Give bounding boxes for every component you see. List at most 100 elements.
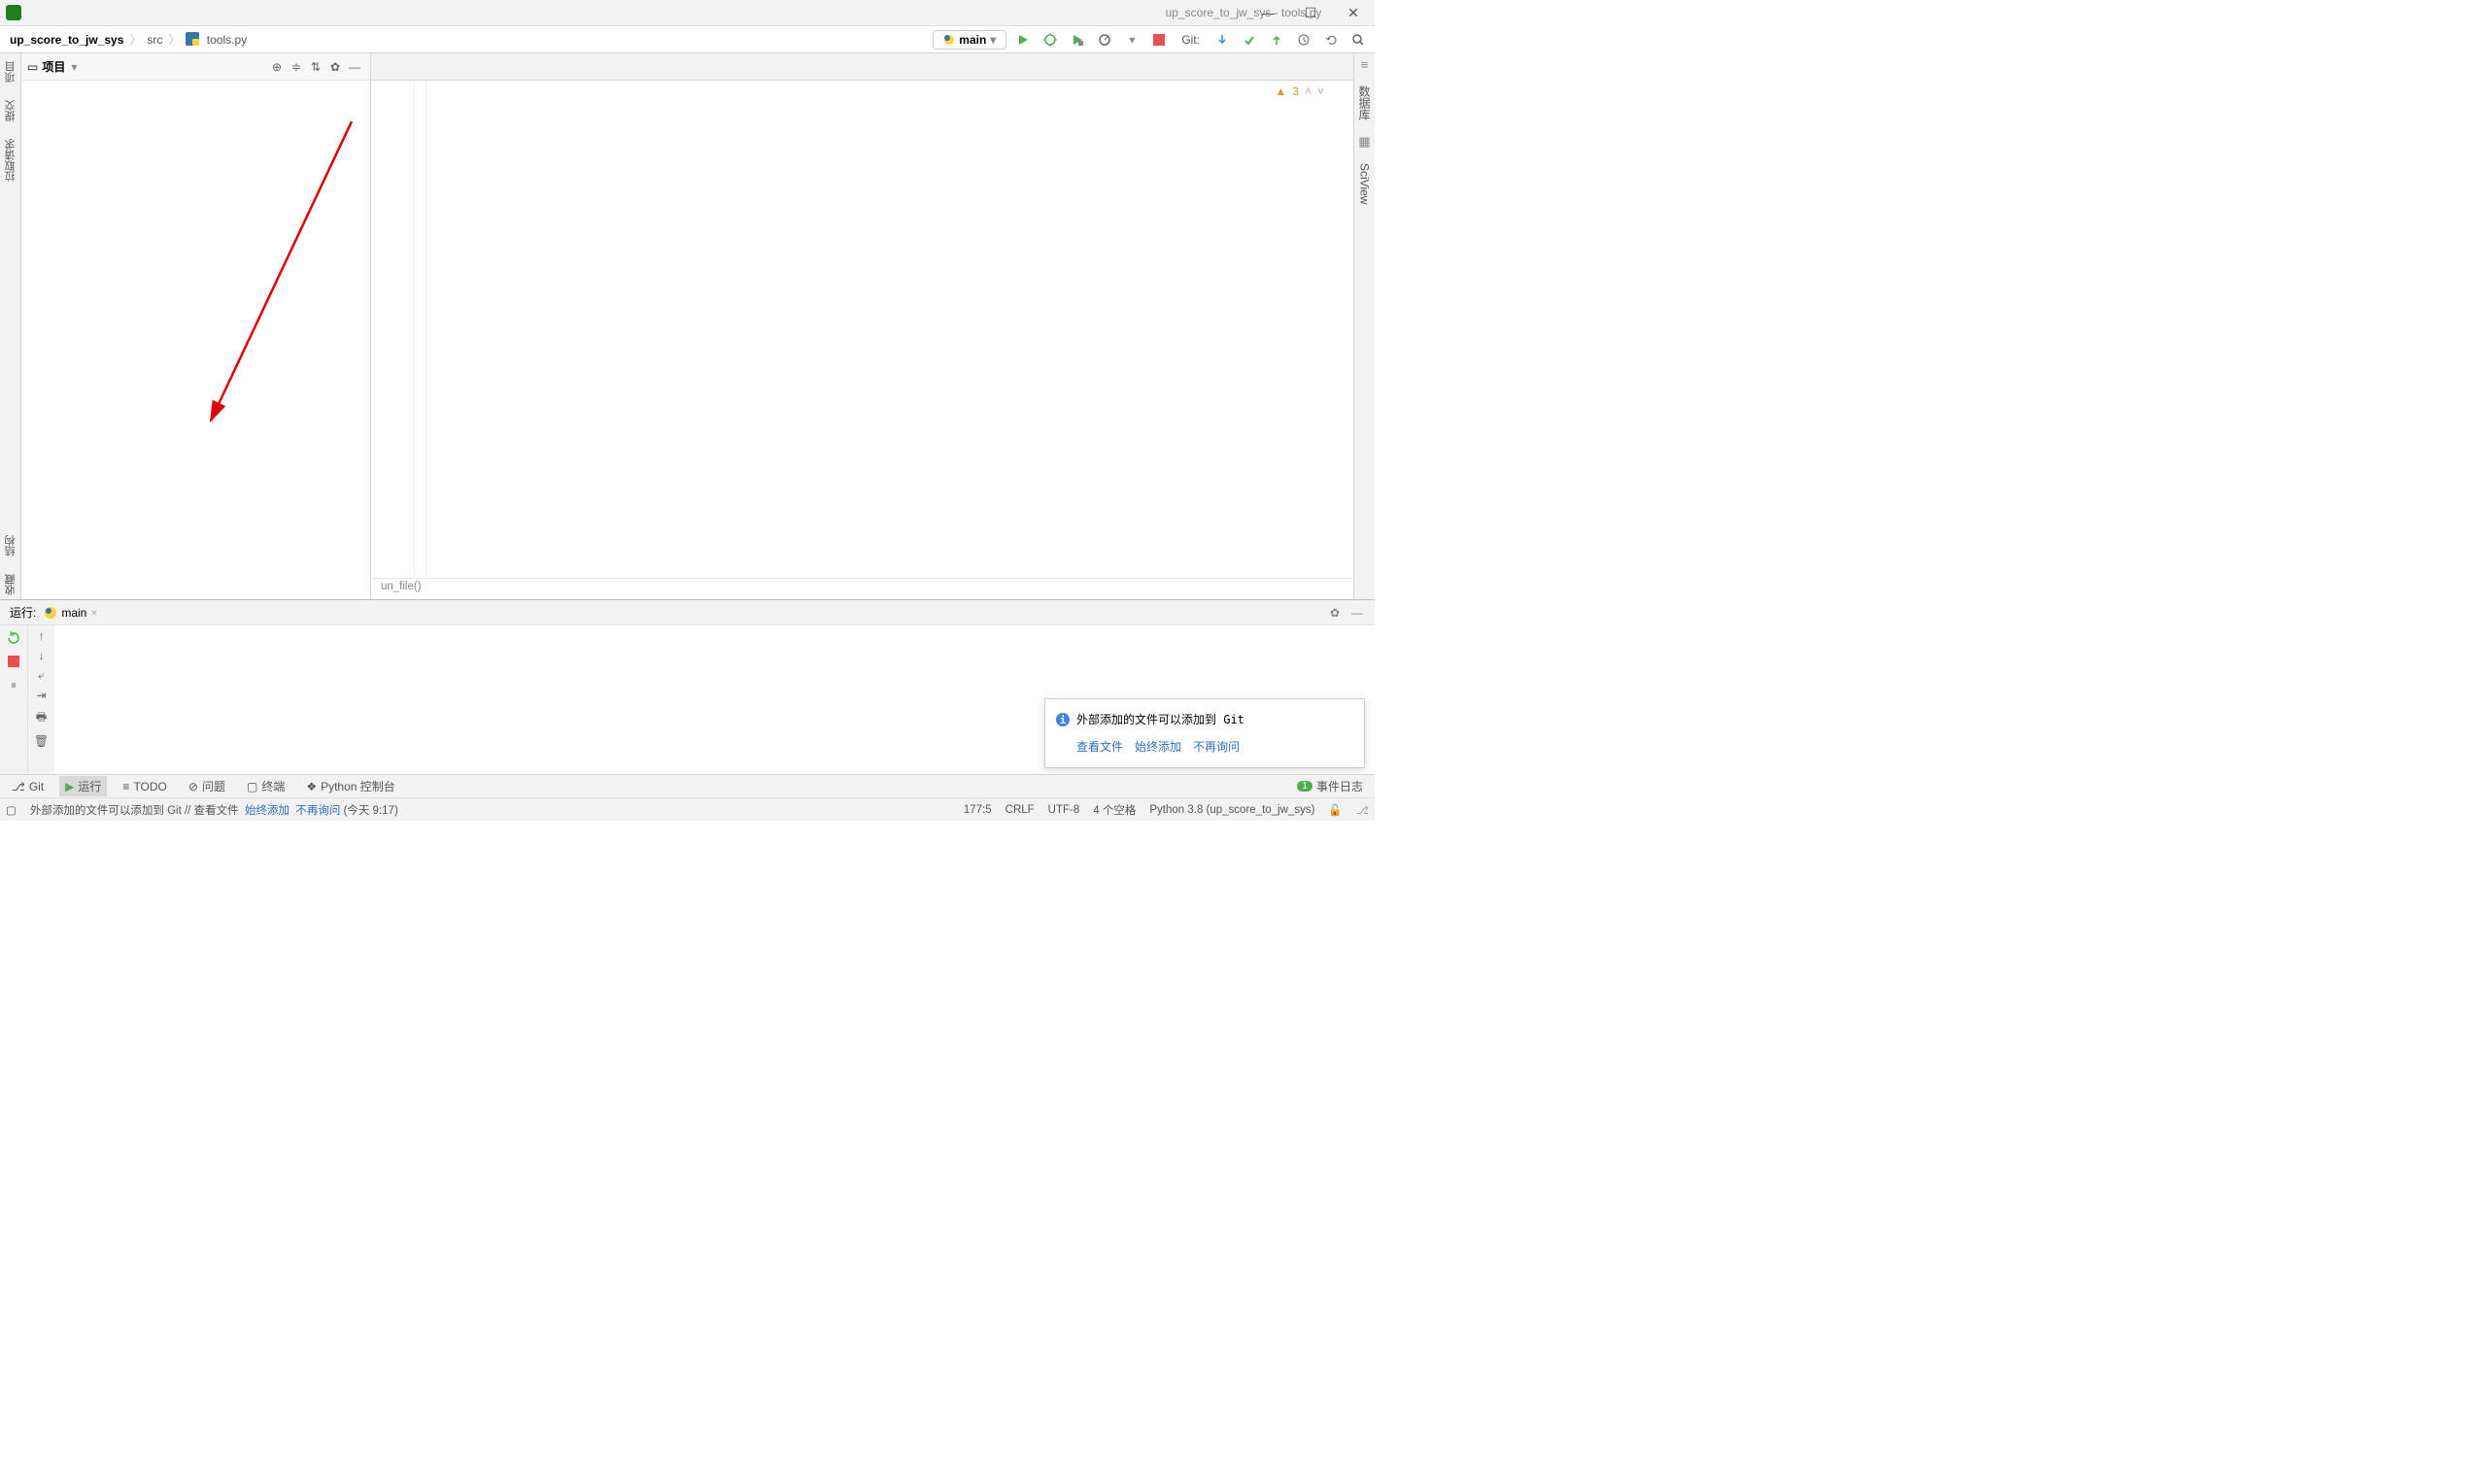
lock-icon[interactable]: 🔓 [1328, 803, 1342, 817]
notification-title: 外部添加的文件可以添加到 Git [1076, 709, 1244, 730]
breadcrumb-root[interactable]: up_score_to_jw_sys [6, 33, 127, 47]
play-icon: ▶ [65, 780, 74, 793]
sciview-icon[interactable]: ▦ [1358, 134, 1370, 150]
project-panel-title[interactable]: 项目 [38, 58, 69, 75]
chevron-down-icon: ▾ [69, 60, 77, 74]
console-output[interactable]: i 外部添加的文件可以添加到 Git 查看文件 始终添加 不再询问 [54, 625, 1375, 774]
window-title: up_score_to_jw_sys - tools.py [1156, 6, 1332, 19]
soft-wrap-button[interactable]: ⤶ [38, 668, 45, 683]
interpreter[interactable]: Python 3.8 (up_score_to_jw_sys) [1149, 804, 1314, 816]
status-bar: ▢ 外部添加的文件可以添加到 Git // 查看文件 始终添加 不再询问 (今天… [0, 797, 1375, 821]
bottom-tool-strip: ⎇Git ▶运行 ≡TODO ⊘问题 ▢终端 ❖Python 控制台 1 事件日… [0, 774, 1375, 797]
branch-icon: ⎇ [12, 780, 25, 793]
close-icon[interactable]: × [86, 606, 97, 620]
status-square-icon[interactable]: ▢ [6, 803, 17, 817]
run-label: 运行: [6, 604, 40, 621]
notif-link-never[interactable]: 不再询问 [1193, 736, 1240, 758]
up-button[interactable]: ↑ [39, 629, 45, 643]
run-config-name[interactable]: main [61, 606, 86, 620]
svg-text:i: i [1060, 714, 1067, 726]
indent[interactable]: 4 个空格 [1093, 802, 1136, 818]
clear-button[interactable]: 🗑 [34, 734, 49, 748]
notification-popup: i 外部添加的文件可以添加到 Git 查看文件 始终添加 不再询问 [1044, 698, 1365, 768]
favorites-tool-button[interactable]: 收藏 [3, 570, 18, 599]
print-button[interactable]: 🖶 [36, 708, 47, 728]
expand-all-button[interactable]: ≑ [287, 57, 306, 77]
fold-strip[interactable] [415, 81, 426, 578]
chevron-down-icon: ˅ [1317, 84, 1324, 98]
settings-button[interactable]: ✿ [325, 57, 345, 77]
chevron-right-icon: 〉 [127, 31, 143, 48]
inspection-badge[interactable]: ▲ 3 ˄ ˅ [1275, 84, 1324, 98]
warning-icon: ▲ [1275, 84, 1286, 98]
breadcrumb-folder[interactable]: src [143, 33, 166, 47]
down-button[interactable]: ↓ [39, 649, 45, 662]
run-button[interactable] [1012, 29, 1034, 51]
run-coverage-button[interactable] [1067, 29, 1088, 51]
git-commit-button[interactable] [1239, 29, 1260, 51]
editor: ▲ 3 ˄ ˅ un_file() [371, 53, 1353, 599]
git-history-button[interactable] [1293, 29, 1314, 51]
encoding[interactable]: UTF-8 [1048, 804, 1080, 816]
database-tool-button[interactable]: 数据库 [1356, 82, 1373, 124]
collapse-all-button[interactable]: ⇅ [306, 57, 325, 77]
run-hide-button[interactable]: — [1346, 606, 1369, 620]
navigation-bar: up_score_to_jw_sys 〉 src 〉 tools.py main… [0, 26, 1375, 53]
run-actions-2: ↑ ↓ ⤶ ⇥ 🖶 🗑 [27, 625, 54, 774]
git-push-button[interactable] [1266, 29, 1287, 51]
editor-tabs [371, 53, 1353, 81]
python-icon [44, 606, 57, 620]
python-console-tool-button[interactable]: ❖Python 控制台 [300, 776, 400, 796]
scroll-end-button[interactable]: ⇥ [36, 689, 46, 702]
stop-button[interactable] [1148, 29, 1170, 51]
terminal-icon: ▢ [247, 780, 257, 793]
breadcrumb-file[interactable]: tools.py [182, 32, 251, 47]
terminal-tool-button[interactable]: ▢终端 [241, 776, 290, 796]
structure-tool-button[interactable]: 结构 [3, 531, 18, 560]
run-config-selector[interactable]: main ▾ [933, 30, 1006, 50]
problems-tool-button[interactable]: ⊘问题 [183, 776, 231, 796]
pause-button[interactable]: ⏸ [5, 676, 22, 693]
git-tool-button[interactable]: ⎇Git [6, 778, 50, 795]
project-view-icon: ▭ [27, 60, 38, 74]
project-tool-button[interactable]: 项目 [3, 57, 18, 86]
code-area[interactable] [426, 81, 1353, 578]
event-badge: 1 [1297, 781, 1312, 792]
line-gutter[interactable] [371, 81, 415, 578]
profile-button[interactable] [1094, 29, 1115, 51]
run-tool-button[interactable]: ▶运行 [59, 776, 107, 796]
caret-position[interactable]: 177:5 [964, 804, 992, 816]
hide-button[interactable]: — [345, 57, 364, 77]
info-icon: i [1055, 712, 1071, 727]
run-settings-button[interactable]: ✿ [1324, 606, 1346, 620]
python-icon [943, 34, 955, 46]
project-tree[interactable] [21, 81, 370, 599]
stop-button[interactable] [5, 653, 22, 670]
project-panel: ▭ 项目 ▾ ⊕ ≑ ⇅ ✿ — [21, 53, 371, 599]
locate-button[interactable]: ⊕ [267, 57, 287, 77]
debug-button[interactable] [1039, 29, 1061, 51]
commit-tool-button[interactable]: 提交 [3, 96, 18, 125]
chevron-down-icon: ▾ [990, 33, 996, 47]
sciview-tool-button[interactable]: SciView [1358, 159, 1372, 208]
event-log-button[interactable]: 1 事件日志 [1291, 776, 1369, 796]
git-rollback-button[interactable] [1320, 29, 1342, 51]
search-button[interactable] [1347, 29, 1369, 51]
git-branch-status[interactable]: ⎇ [1356, 803, 1369, 817]
more-run-button[interactable]: ▾ [1121, 29, 1142, 51]
app-icon [6, 5, 21, 20]
notif-link-view[interactable]: 查看文件 [1076, 736, 1123, 758]
database-icon[interactable]: ≡ [1361, 57, 1369, 72]
rerun-button[interactable] [5, 629, 22, 647]
git-label: Git: [1175, 33, 1206, 47]
close-button[interactable]: ✕ [1332, 0, 1375, 26]
list-icon: ≡ [122, 780, 129, 793]
git-update-button[interactable] [1211, 29, 1233, 51]
status-message: 外部添加的文件可以添加到 Git // 查看文件 始终添加 不再询问 (今天 9… [30, 802, 398, 818]
pr-tool-button[interactable]: 拉取请求 [3, 135, 18, 186]
code-breadcrumb[interactable]: un_file() [371, 578, 1353, 599]
warning-icon: ⊘ [188, 780, 198, 793]
line-separator[interactable]: CRLF [1005, 804, 1035, 816]
notif-link-always[interactable]: 始终添加 [1135, 736, 1181, 758]
todo-tool-button[interactable]: ≡TODO [117, 778, 172, 795]
